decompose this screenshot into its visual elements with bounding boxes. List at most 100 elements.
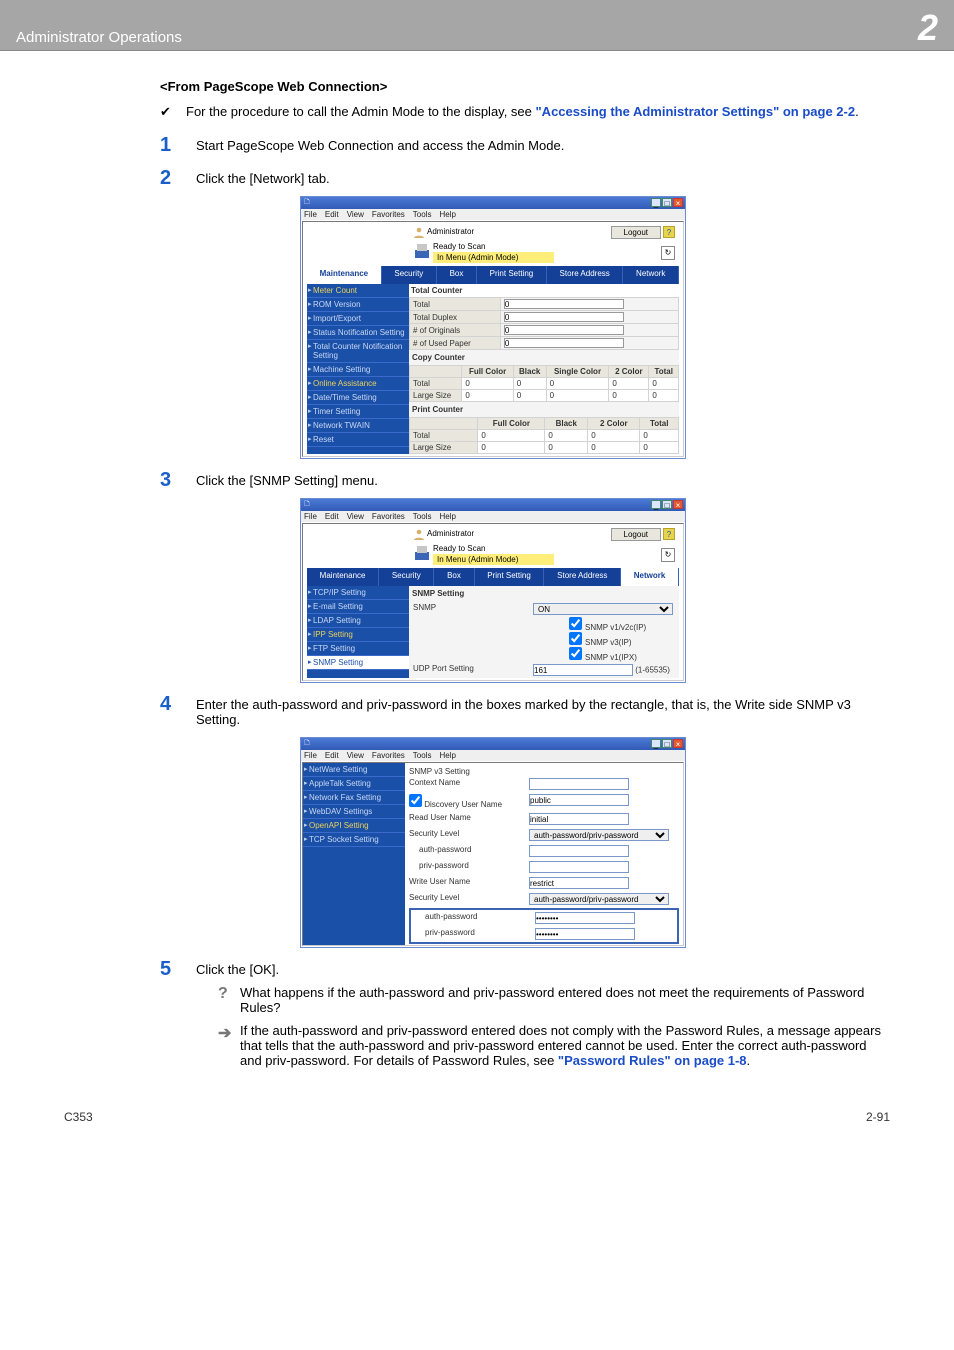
write-user-field[interactable] [529,877,629,889]
nav-timer[interactable]: Timer Setting [307,405,409,419]
step-number: 3 [160,469,196,492]
snmp-on-select[interactable]: ON [533,603,673,615]
checkmark-icon: ✔ [160,104,186,120]
nav-ftp[interactable]: FTP Setting [307,642,409,656]
authpw-field-write[interactable] [535,912,635,924]
step-4: 4 Enter the auth-password and priv-passw… [160,693,890,731]
snmp-v1v2c-checkbox[interactable]: SNMP v1/v2c(IP) [409,617,679,632]
menu-view[interactable]: View [347,512,364,521]
tab-store-address[interactable]: Store Address [544,568,621,586]
nav-reset[interactable]: Reset [307,433,409,447]
tab-print-setting[interactable]: Print Setting [475,568,545,586]
close-icon[interactable]: × [673,500,683,509]
privpw-field-read[interactable] [529,861,629,873]
nav-meter-count[interactable]: Meter Count [307,284,409,298]
menu-edit[interactable]: Edit [325,210,339,219]
nav-twain[interactable]: Network TWAIN [307,419,409,433]
usedpaper-value[interactable] [504,338,624,348]
step-text: Click the [Network] tab. [196,171,890,186]
nav-email[interactable]: E-mail Setting [307,600,409,614]
read-user-field[interactable] [529,813,629,825]
link-admin-settings[interactable]: "Accessing the Administrator Settings" o… [536,104,856,119]
tab-security[interactable]: Security [382,266,437,284]
nav-datetime[interactable]: Date/Time Setting [307,391,409,405]
print-counter-table: Full ColorBlack2 ColorTotal Total0000 La… [409,417,679,454]
nav-online-assist[interactable]: Online Assistance [307,377,409,391]
tab-store-address[interactable]: Store Address [547,266,624,284]
discovery-checkbox[interactable] [409,794,422,807]
tab-security[interactable]: Security [379,568,434,586]
refresh-icon[interactable]: ↻ [661,246,675,260]
nav-appletalk[interactable]: AppleTalk Setting [303,777,405,791]
authpw-field-read[interactable] [529,845,629,857]
footer-left: C353 [64,1110,93,1124]
nav-import-export[interactable]: Import/Export [307,312,409,326]
refresh-icon[interactable]: ↻ [661,548,675,562]
nav-network-fax[interactable]: Network Fax Setting [303,791,405,805]
menu-help[interactable]: Help [439,751,455,760]
menu-tools[interactable]: Tools [413,512,432,521]
menu-file[interactable]: File [304,751,317,760]
step-2: 2 Click the [Network] tab. [160,167,890,190]
menu-view[interactable]: View [347,210,364,219]
nav-snmp[interactable]: SNMP Setting [307,656,409,670]
menu-favorites[interactable]: Favorites [372,210,405,219]
nav-status-notif[interactable]: Status Notification Setting [307,326,409,340]
menu-help[interactable]: Help [439,512,455,521]
minimize-icon[interactable]: _ [651,198,661,207]
nav-total-counter-notif[interactable]: Total Counter Notification Setting [307,340,409,363]
nav-netware[interactable]: NetWare Setting [303,763,405,777]
seclevel-select-read[interactable]: auth-password/priv-password [529,829,669,841]
nav-tcp-socket[interactable]: TCP Socket Setting [303,833,405,847]
nav-machine-setting[interactable]: Machine Setting [307,363,409,377]
snmp-v3-checkbox[interactable]: SNMP v3(IP) [409,632,679,647]
menu-favorites[interactable]: Favorites [372,512,405,521]
tab-print-setting[interactable]: Print Setting [477,266,547,284]
menu-tools[interactable]: Tools [413,210,432,219]
duplex-value[interactable] [504,312,624,322]
discovery-field[interactable] [529,794,629,806]
tab-box[interactable]: Box [437,266,477,284]
menu-help[interactable]: Help [439,210,455,219]
tab-network[interactable]: Network [623,266,679,284]
maximize-icon[interactable]: □ [662,198,672,207]
answer-text: If the auth-password and priv-password e… [240,1023,890,1068]
nav-webdav[interactable]: WebDAV Settings [303,805,405,819]
tab-maintenance[interactable]: Maintenance [307,568,379,586]
minimize-icon[interactable]: _ [651,500,661,509]
menu-file[interactable]: File [304,512,317,521]
logout-button[interactable]: Logout [611,528,661,541]
logout-button[interactable]: Logout [611,226,661,239]
help-icon[interactable]: ? [663,528,675,540]
nav-ldap[interactable]: LDAP Setting [307,614,409,628]
tab-box[interactable]: Box [434,568,474,586]
seclevel-select-write[interactable]: auth-password/priv-password [529,893,669,905]
tab-maintenance[interactable]: Maintenance [307,266,382,284]
close-icon[interactable]: × [673,198,683,207]
menu-file[interactable]: File [304,210,317,219]
originals-value[interactable] [504,325,624,335]
link-password-rules[interactable]: "Password Rules" on page 1-8 [558,1053,747,1068]
context-name-field[interactable] [529,778,629,790]
menu-favorites[interactable]: Favorites [372,751,405,760]
nav-ipp[interactable]: IPP Setting [307,628,409,642]
tab-network[interactable]: Network [621,568,679,586]
help-icon[interactable]: ? [663,226,675,238]
maximize-icon[interactable]: □ [662,739,672,748]
step-5: 5 Click the [OK]. ? What happens if the … [160,958,890,1068]
nav-rom-version[interactable]: ROM Version [307,298,409,312]
udp-port-field[interactable] [533,664,633,676]
menu-edit[interactable]: Edit [325,512,339,521]
maximize-icon[interactable]: □ [662,500,672,509]
total-value[interactable] [504,299,624,309]
menu-edit[interactable]: Edit [325,751,339,760]
snmp-v1ipx-checkbox[interactable]: SNMP v1(IPX) [409,647,679,662]
side-nav: Meter Count ROM Version Import/Export St… [307,284,409,454]
nav-openapi[interactable]: OpenAPI Setting [303,819,405,833]
privpw-field-write[interactable] [535,928,635,940]
close-icon[interactable]: × [673,739,683,748]
nav-tcpip[interactable]: TCP/IP Setting [307,586,409,600]
menu-tools[interactable]: Tools [413,751,432,760]
menu-view[interactable]: View [347,751,364,760]
minimize-icon[interactable]: _ [651,739,661,748]
